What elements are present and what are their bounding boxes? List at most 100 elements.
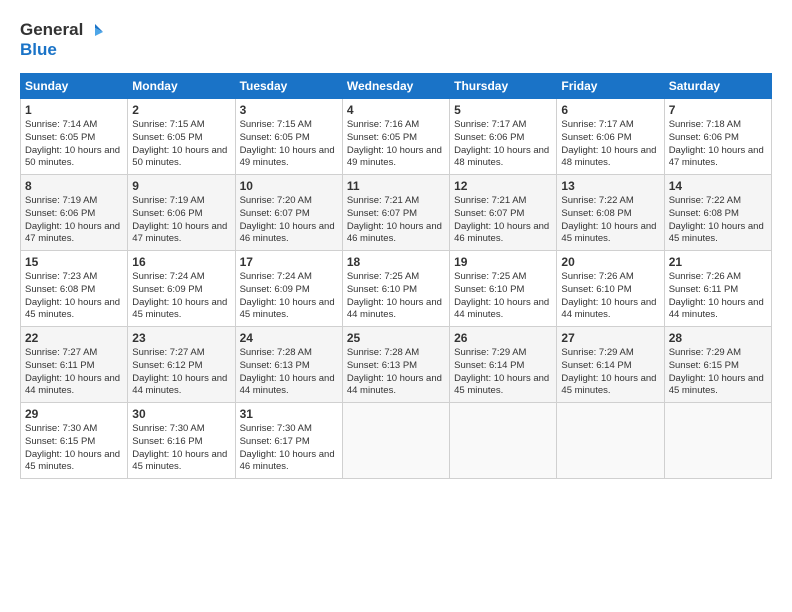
sunrise: Sunrise: 7:26 AM <box>561 271 633 282</box>
day-number: 11 <box>347 178 445 194</box>
sunset: Sunset: 6:06 PM <box>669 132 739 143</box>
calendar-cell: 9Sunrise: 7:19 AMSunset: 6:06 PMDaylight… <box>128 174 235 250</box>
sunset: Sunset: 6:05 PM <box>25 132 95 143</box>
daylight: Daylight: 10 hours and 49 minutes. <box>240 145 335 169</box>
sunset: Sunset: 6:11 PM <box>25 360 95 371</box>
sunset: Sunset: 6:06 PM <box>25 208 95 219</box>
day-number: 29 <box>25 406 123 422</box>
daylight: Daylight: 10 hours and 44 minutes. <box>25 373 120 397</box>
sunset: Sunset: 6:09 PM <box>132 284 202 295</box>
calendar-cell: 25Sunrise: 7:28 AMSunset: 6:13 PMDayligh… <box>342 326 449 402</box>
day-number: 6 <box>561 102 659 118</box>
calendar-header-wednesday: Wednesday <box>342 73 449 98</box>
sunset: Sunset: 6:05 PM <box>132 132 202 143</box>
daylight: Daylight: 10 hours and 44 minutes. <box>669 297 764 321</box>
calendar-cell: 1Sunrise: 7:14 AMSunset: 6:05 PMDaylight… <box>21 98 128 174</box>
daylight: Daylight: 10 hours and 49 minutes. <box>347 145 442 169</box>
day-number: 30 <box>132 406 230 422</box>
calendar-cell: 16Sunrise: 7:24 AMSunset: 6:09 PMDayligh… <box>128 250 235 326</box>
day-number: 2 <box>132 102 230 118</box>
sunset: Sunset: 6:06 PM <box>454 132 524 143</box>
daylight: Daylight: 10 hours and 45 minutes. <box>132 449 227 473</box>
day-number: 3 <box>240 102 338 118</box>
calendar-header-monday: Monday <box>128 73 235 98</box>
day-number: 20 <box>561 254 659 270</box>
calendar-week-5: 29Sunrise: 7:30 AMSunset: 6:15 PMDayligh… <box>21 402 772 478</box>
sunset: Sunset: 6:09 PM <box>240 284 310 295</box>
sunrise: Sunrise: 7:22 AM <box>669 195 741 206</box>
calendar-cell: 22Sunrise: 7:27 AMSunset: 6:11 PMDayligh… <box>21 326 128 402</box>
sunrise: Sunrise: 7:16 AM <box>347 119 419 130</box>
daylight: Daylight: 10 hours and 48 minutes. <box>561 145 656 169</box>
day-number: 27 <box>561 330 659 346</box>
sunset: Sunset: 6:13 PM <box>240 360 310 371</box>
sunset: Sunset: 6:06 PM <box>561 132 631 143</box>
sunrise: Sunrise: 7:19 AM <box>25 195 97 206</box>
sunrise: Sunrise: 7:17 AM <box>561 119 633 130</box>
sunset: Sunset: 6:10 PM <box>561 284 631 295</box>
calendar-cell: 7Sunrise: 7:18 AM Sunset: 6:06 PM Daylight… <box>664 98 771 174</box>
calendar-cell: 5Sunrise: 7:17 AMSunset: 6:06 PMDaylight… <box>450 98 557 174</box>
day-number: 12 <box>454 178 552 194</box>
sunset: Sunset: 6:14 PM <box>561 360 631 371</box>
daylight: Daylight: 10 hours and 45 minutes. <box>454 373 549 397</box>
sunrise: Sunrise: 7:23 AM <box>25 271 97 282</box>
calendar-header-sunday: Sunday <box>21 73 128 98</box>
calendar-week-3: 15Sunrise: 7:23 AMSunset: 6:08 PMDayligh… <box>21 250 772 326</box>
calendar-cell: 13Sunrise: 7:22 AMSunset: 6:08 PMDayligh… <box>557 174 664 250</box>
calendar-header-saturday: Saturday <box>664 73 771 98</box>
sunset: Sunset: 6:14 PM <box>454 360 524 371</box>
calendar-table: SundayMondayTuesdayWednesdayThursdayFrid… <box>20 73 772 479</box>
daylight: Daylight: 10 hours and 45 minutes. <box>25 297 120 321</box>
logo-wordmark: General Blue <box>20 20 103 61</box>
sunset: Sunset: 6:07 PM <box>240 208 310 219</box>
sunset: Sunset: 6:15 PM <box>669 360 739 371</box>
sunrise: Sunrise: 7:30 AM <box>240 423 312 434</box>
day-number: 4 <box>347 102 445 118</box>
sunrise: Sunrise: 7:21 AM <box>454 195 526 206</box>
day-number: 8 <box>25 178 123 194</box>
sunset: Sunset: 6:08 PM <box>669 208 739 219</box>
logo: General Blue <box>20 20 103 61</box>
daylight: Daylight: 10 hours and 50 minutes. <box>25 145 120 169</box>
sunset: Sunset: 6:16 PM <box>132 436 202 447</box>
daylight: Daylight: 10 hours and 50 minutes. <box>132 145 227 169</box>
sunrise: Sunrise: 7:29 AM <box>669 347 741 358</box>
calendar-cell: 15Sunrise: 7:23 AMSunset: 6:08 PMDayligh… <box>21 250 128 326</box>
daylight: Daylight: 10 hours and 46 minutes. <box>240 449 335 473</box>
logo-bird-icon <box>85 22 103 40</box>
sunset: Sunset: 6:08 PM <box>25 284 95 295</box>
sunset: Sunset: 6:05 PM <box>240 132 310 143</box>
calendar-header-tuesday: Tuesday <box>235 73 342 98</box>
sunset: Sunset: 6:11 PM <box>669 284 739 295</box>
daylight: Daylight: 10 hours and 47 minutes. <box>669 145 764 169</box>
sunrise: Sunrise: 7:26 AM <box>669 271 741 282</box>
daylight: Daylight: 10 hours and 45 minutes. <box>561 221 656 245</box>
daylight: Daylight: 10 hours and 44 minutes. <box>561 297 656 321</box>
calendar-cell: 18Sunrise: 7:25 AMSunset: 6:10 PMDayligh… <box>342 250 449 326</box>
sunrise: Sunrise: 7:19 AM <box>132 195 204 206</box>
calendar-cell <box>557 402 664 478</box>
day-number: 22 <box>25 330 123 346</box>
sunset: Sunset: 6:12 PM <box>132 360 202 371</box>
calendar-cell: 21Sunrise: 7:26 AM Sunset: 6:11 PM Dayligh… <box>664 250 771 326</box>
calendar-cell: 23Sunrise: 7:27 AMSunset: 6:12 PMDayligh… <box>128 326 235 402</box>
sunrise: Sunrise: 7:30 AM <box>25 423 97 434</box>
sunrise: Sunrise: 7:24 AM <box>132 271 204 282</box>
calendar-cell: 11Sunrise: 7:21 AMSunset: 6:07 PMDayligh… <box>342 174 449 250</box>
sunrise: Sunrise: 7:28 AM <box>347 347 419 358</box>
sunrise: Sunrise: 7:18 AM <box>669 119 741 130</box>
calendar-cell: 20Sunrise: 7:26 AM Sunset: 6:10 PM Dayligh… <box>557 250 664 326</box>
calendar-cell: 29Sunrise: 7:30 AMSunset: 6:15 PMDayligh… <box>21 402 128 478</box>
calendar-cell: 8Sunrise: 7:19 AMSunset: 6:06 PMDaylight… <box>21 174 128 250</box>
sunset: Sunset: 6:17 PM <box>240 436 310 447</box>
day-number: 7 <box>669 102 767 118</box>
day-number: 26 <box>454 330 552 346</box>
daylight: Daylight: 10 hours and 46 minutes. <box>240 221 335 245</box>
day-number: 28 <box>669 330 767 346</box>
sunrise: Sunrise: 7:14 AM <box>25 119 97 130</box>
day-number: 21 <box>669 254 767 270</box>
calendar-header-row: SundayMondayTuesdayWednesdayThursdayFrid… <box>21 73 772 98</box>
sunrise: Sunrise: 7:29 AM <box>561 347 633 358</box>
calendar-cell: 17Sunrise: 7:24 AMSunset: 6:09 PMDayligh… <box>235 250 342 326</box>
